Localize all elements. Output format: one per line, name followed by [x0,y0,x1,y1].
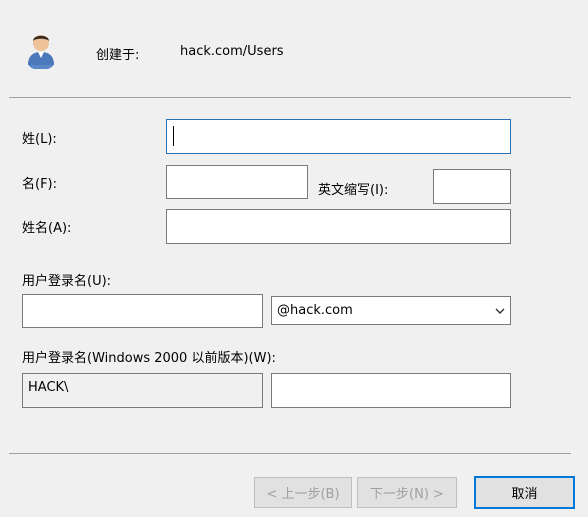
first-name-label: 名(F): [22,177,58,192]
created-in-value: hack.com/Users [180,44,284,59]
cancel-button[interactable]: 取消 [474,476,575,509]
next-button[interactable]: 下一步(N) > [357,477,457,508]
prewin2000-domain-value: HACK\ [28,380,69,395]
text-caret [173,126,174,146]
first-name-input[interactable] [166,165,308,199]
domain-select[interactable]: @hack.com [271,296,511,325]
separator-top [9,97,571,98]
user-icon [25,29,57,70]
created-in-label: 创建于: [96,48,140,63]
full-name-input[interactable] [166,209,511,244]
initials-label: 英文缩写(I): [318,183,389,198]
last-name-input[interactable] [166,119,511,154]
domain-select-value: @hack.com [277,303,353,318]
initials-input[interactable] [433,169,511,204]
prewin2000-domain-field: HACK\ [22,373,263,408]
separator-bottom [9,453,571,454]
logon-name-input[interactable] [22,294,263,328]
full-name-label: 姓名(A): [22,221,72,236]
chevron-down-icon[interactable] [495,305,505,315]
back-button[interactable]: < 上一步(B) [254,477,352,508]
prewin2000-label: 用户登录名(Windows 2000 以前版本)(W): [22,351,276,366]
logon-name-label: 用户登录名(U): [22,274,112,289]
last-name-label: 姓(L): [22,132,57,147]
prewin2000-logon-input[interactable] [271,373,511,408]
